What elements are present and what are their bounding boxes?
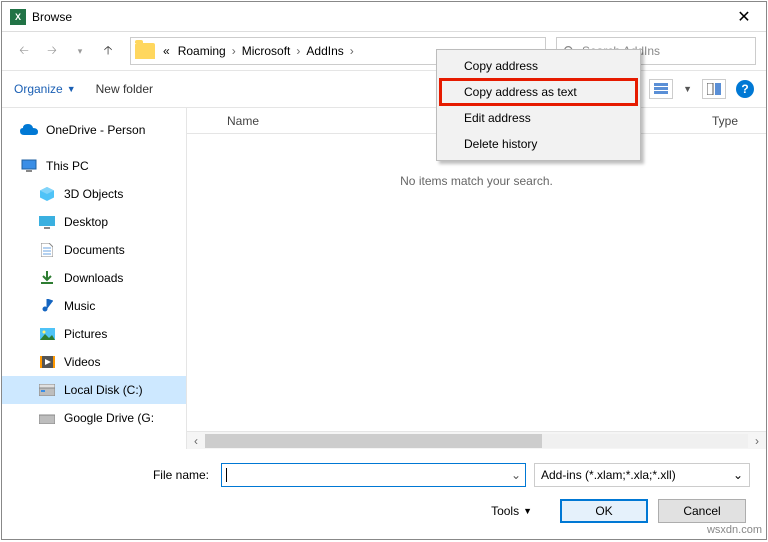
sidebar-desktop[interactable]: Desktop xyxy=(2,208,186,236)
view-mode-button[interactable] xyxy=(649,79,673,99)
music-icon xyxy=(38,298,56,314)
disk-icon xyxy=(38,382,56,398)
scroll-track[interactable] xyxy=(205,434,748,448)
footer: File name: ⌄ Add-ins (*.xlam;*.xla;*.xll… xyxy=(2,449,766,539)
filename-label: File name: xyxy=(18,468,213,482)
sidebar-local-disk[interactable]: Local Disk (C:) xyxy=(2,376,186,404)
monitor-icon xyxy=(20,158,38,174)
button-row: Tools ▼ OK Cancel xyxy=(18,499,750,523)
scrollbar-horizontal[interactable]: ‹ › xyxy=(187,431,766,449)
organize-button[interactable]: Organize ▼ xyxy=(14,82,76,96)
sidebar-videos[interactable]: Videos xyxy=(2,348,186,376)
sidebar-thispc[interactable]: This PC xyxy=(2,152,186,180)
toolbar: Organize ▼ New folder ▼ ? xyxy=(2,70,766,108)
crumb-addins[interactable]: AddIns xyxy=(302,44,347,58)
crumb-roaming[interactable]: Roaming xyxy=(174,44,230,58)
tools-button[interactable]: Tools ▼ xyxy=(491,504,532,518)
nav-row: 🡠 🡢 ▾ 🡡 « Roaming › Microsoft › AddIns ›… xyxy=(2,32,766,70)
sidebar: OneDrive - Person This PC 3D Objects Des… xyxy=(2,108,187,449)
up-button[interactable]: 🡡 xyxy=(96,39,120,63)
crumb-microsoft[interactable]: Microsoft xyxy=(238,44,295,58)
col-type[interactable]: Type xyxy=(712,114,738,128)
sidebar-google-drive[interactable]: Google Drive (G: xyxy=(2,404,186,432)
ok-button[interactable]: OK xyxy=(560,499,648,523)
body: OneDrive - Person This PC 3D Objects Des… xyxy=(2,108,766,449)
cube-icon xyxy=(38,186,56,202)
pictures-icon xyxy=(38,326,56,342)
ctx-copy-address[interactable]: Copy address xyxy=(440,53,637,79)
forward-button: 🡢 xyxy=(40,39,64,63)
chevron-right-icon: › xyxy=(294,44,302,58)
address-context-menu: Copy address Copy address as text Edit a… xyxy=(436,49,641,161)
chevron-down-icon: ▼ xyxy=(523,506,532,516)
close-button[interactable]: ✕ xyxy=(730,3,758,31)
back-button[interactable]: 🡠 xyxy=(12,39,36,63)
cloud-icon xyxy=(20,122,38,138)
text-caret xyxy=(226,468,227,482)
download-icon xyxy=(38,270,56,286)
sidebar-onedrive[interactable]: OneDrive - Person xyxy=(2,116,186,144)
document-icon xyxy=(38,242,56,258)
sidebar-documents[interactable]: Documents xyxy=(2,236,186,264)
excel-icon: X xyxy=(10,9,26,25)
chevron-down-icon: ▼ xyxy=(67,84,76,94)
browse-dialog: X Browse ✕ 🡠 🡢 ▾ 🡡 « Roaming › Microsoft… xyxy=(1,1,767,540)
sidebar-downloads[interactable]: Downloads xyxy=(2,264,186,292)
file-row: File name: ⌄ Add-ins (*.xlam;*.xla;*.xll… xyxy=(18,463,750,487)
filename-input[interactable]: ⌄ xyxy=(221,463,526,487)
sidebar-3d-objects[interactable]: 3D Objects xyxy=(2,180,186,208)
titlebar: X Browse ✕ xyxy=(2,2,766,32)
chevron-down-icon: ⌄ xyxy=(733,468,743,482)
video-icon xyxy=(38,354,56,370)
breadcrumb-pre[interactable]: « xyxy=(159,44,174,58)
chevron-right-icon: › xyxy=(230,44,238,58)
new-folder-button[interactable]: New folder xyxy=(96,82,153,96)
sidebar-music[interactable]: Music xyxy=(2,292,186,320)
chevron-down-icon[interactable]: ▼ xyxy=(683,84,692,94)
watermark: wsxdn.com xyxy=(707,524,762,536)
window-title: Browse xyxy=(32,10,730,24)
ctx-delete-history[interactable]: Delete history xyxy=(440,131,637,157)
scroll-left-icon[interactable]: ‹ xyxy=(187,434,205,448)
recent-dropdown[interactable]: ▾ xyxy=(68,39,92,63)
ctx-copy-as-text[interactable]: Copy address as text xyxy=(440,79,637,105)
drive-icon xyxy=(38,410,56,426)
ctx-edit-address[interactable]: Edit address xyxy=(440,105,637,131)
help-button[interactable]: ? xyxy=(736,80,754,98)
sidebar-pictures[interactable]: Pictures xyxy=(2,320,186,348)
cancel-button[interactable]: Cancel xyxy=(658,499,746,523)
chevron-down-icon[interactable]: ⌄ xyxy=(511,468,521,482)
scroll-thumb[interactable] xyxy=(205,434,542,448)
desktop-icon xyxy=(38,214,56,230)
filetype-filter[interactable]: Add-ins (*.xlam;*.xla;*.xll) ⌄ xyxy=(534,463,750,487)
folder-icon xyxy=(135,43,155,59)
scroll-right-icon[interactable]: › xyxy=(748,434,766,448)
preview-pane-button[interactable] xyxy=(702,79,726,99)
chevron-right-icon: › xyxy=(348,44,356,58)
